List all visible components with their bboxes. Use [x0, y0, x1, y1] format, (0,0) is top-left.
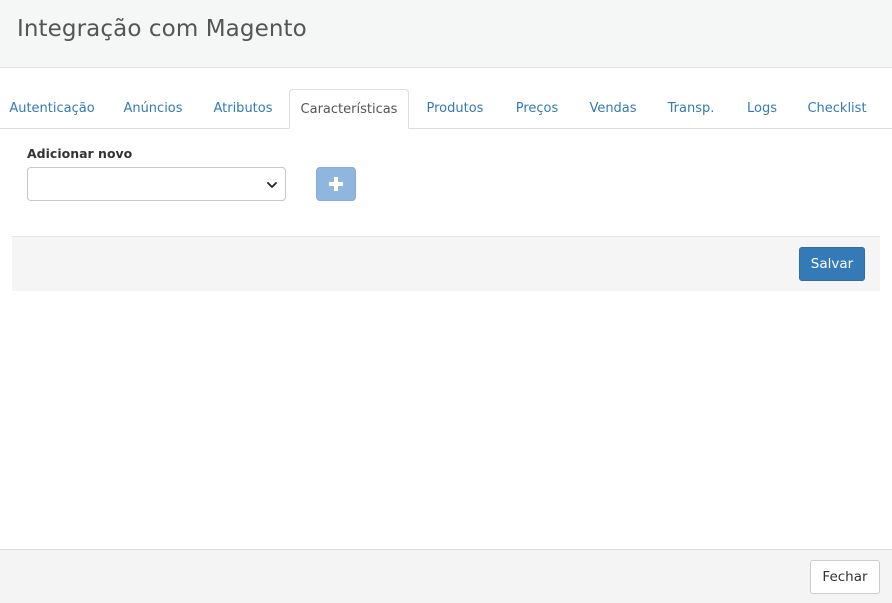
- modal-footer: [0, 549, 892, 603]
- plus-icon: [329, 177, 343, 191]
- tab-produtos[interactable]: Produtos: [418, 89, 492, 129]
- tab-transp[interactable]: Transp.: [659, 89, 723, 129]
- close-button[interactable]: Fechar: [810, 560, 880, 594]
- tab-anuncios[interactable]: Anúncios: [113, 89, 193, 129]
- page-title: Integração com Magento: [17, 16, 307, 42]
- add-new-label: Adicionar novo: [27, 146, 133, 161]
- tab-precos[interactable]: Preços: [506, 89, 568, 129]
- save-button[interactable]: Salvar: [799, 247, 865, 281]
- tab-bar: Autenticação Anúncios Atributos Caracter…: [0, 89, 892, 129]
- tab-vendas[interactable]: Vendas: [581, 89, 645, 129]
- add-characteristic-button[interactable]: [316, 167, 356, 201]
- form-actions-bar: [12, 236, 880, 291]
- modal-header: Integração com Magento: [0, 0, 892, 68]
- tab-caracteristicas[interactable]: Características: [289, 89, 409, 129]
- tab-autenticacao[interactable]: Autenticação: [3, 89, 101, 129]
- chevron-down-icon: [267, 182, 277, 188]
- characteristic-select[interactable]: [27, 167, 286, 201]
- tab-checklist[interactable]: Checklist: [800, 89, 874, 129]
- tab-logs[interactable]: Logs: [738, 89, 786, 129]
- tab-atributos[interactable]: Atributos: [205, 89, 281, 129]
